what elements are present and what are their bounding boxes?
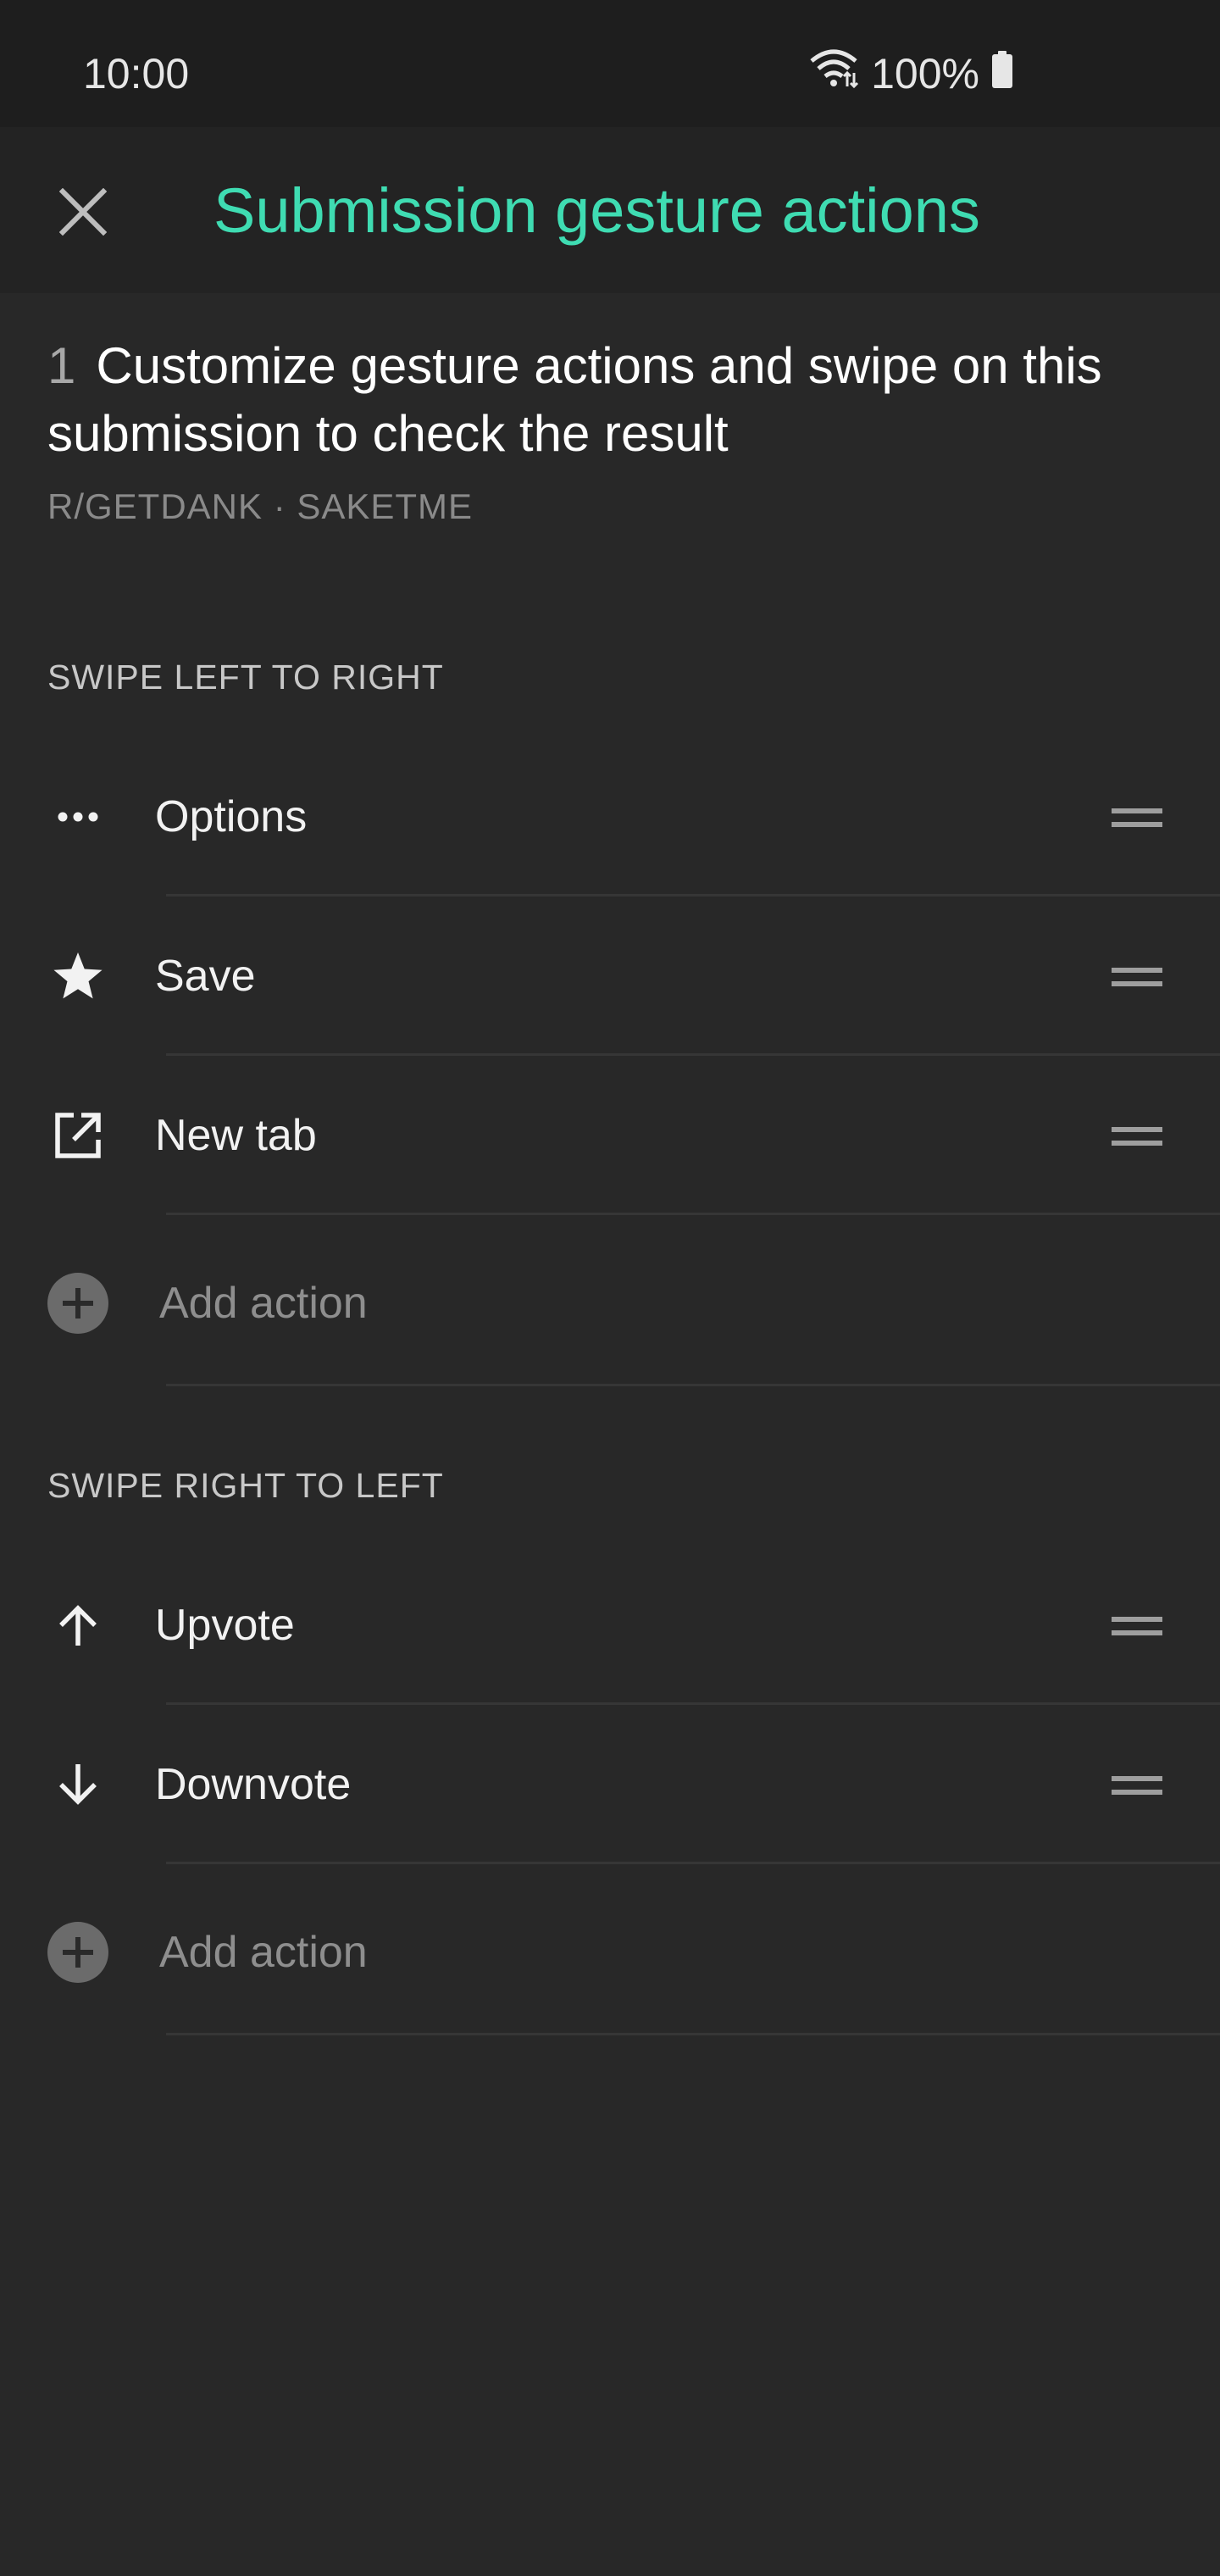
add-action-label: Add action [159, 1928, 368, 1977]
battery-icon [991, 49, 1013, 98]
add-circle-icon [47, 1273, 108, 1334]
close-icon [59, 188, 107, 236]
wifi-icon [808, 47, 859, 100]
add-circle-icon [47, 1922, 108, 1983]
page-title: Submission gesture actions [214, 175, 980, 246]
divider [166, 2033, 1220, 2035]
more-horiz-icon [47, 786, 108, 847]
battery-percent: 100% [871, 50, 979, 97]
action-row-options[interactable]: Options [0, 737, 1220, 897]
drag-handle-icon[interactable] [1112, 1612, 1162, 1641]
action-label: Upvote [155, 1601, 295, 1650]
divider [166, 1384, 1220, 1386]
close-button[interactable] [49, 178, 117, 246]
action-row-new-tab[interactable]: New tab [0, 1056, 1220, 1215]
status-bar: 10:00 100% [0, 0, 1220, 127]
preview-submission[interactable]: 1 Customize gesture actions and swipe on … [47, 332, 1174, 527]
drag-handle-icon[interactable] [1112, 1771, 1162, 1800]
star-icon [47, 946, 108, 1007]
add-action-row-right-to-left[interactable]: Add action [0, 1864, 1220, 2035]
action-label: Save [155, 952, 256, 1001]
submission-title-text: Customize gesture actions and swipe on t… [47, 337, 1102, 462]
action-row-downvote[interactable]: Downvote [0, 1705, 1220, 1864]
arrow-up-icon [47, 1595, 108, 1656]
section-header-left-to-right: SWIPE LEFT TO RIGHT [47, 658, 444, 697]
section-header-right-to-left: SWIPE RIGHT TO LEFT [47, 1466, 444, 1505]
status-time: 10:00 [83, 50, 190, 97]
add-action-row-left-to-right[interactable]: Add action [0, 1215, 1220, 1386]
action-row-save[interactable]: Save [0, 897, 1220, 1056]
action-label: New tab [155, 1111, 317, 1160]
action-label: Options [155, 792, 308, 841]
submission-score: 1 [47, 337, 76, 394]
open-in-new-icon [47, 1105, 108, 1166]
submission-meta: R/GETDANK · SAKETME [47, 486, 474, 526]
submission-title: 1 Customize gesture actions and swipe on … [47, 332, 1174, 468]
drag-handle-icon[interactable] [1112, 803, 1162, 832]
drag-handle-icon[interactable] [1112, 1122, 1162, 1151]
action-label: Downvote [155, 1760, 352, 1809]
status-indicators: 100% [808, 47, 1013, 100]
drag-handle-icon[interactable] [1112, 963, 1162, 991]
add-action-label: Add action [159, 1279, 368, 1328]
arrow-down-icon [47, 1754, 108, 1815]
action-row-upvote[interactable]: Upvote [0, 1546, 1220, 1705]
